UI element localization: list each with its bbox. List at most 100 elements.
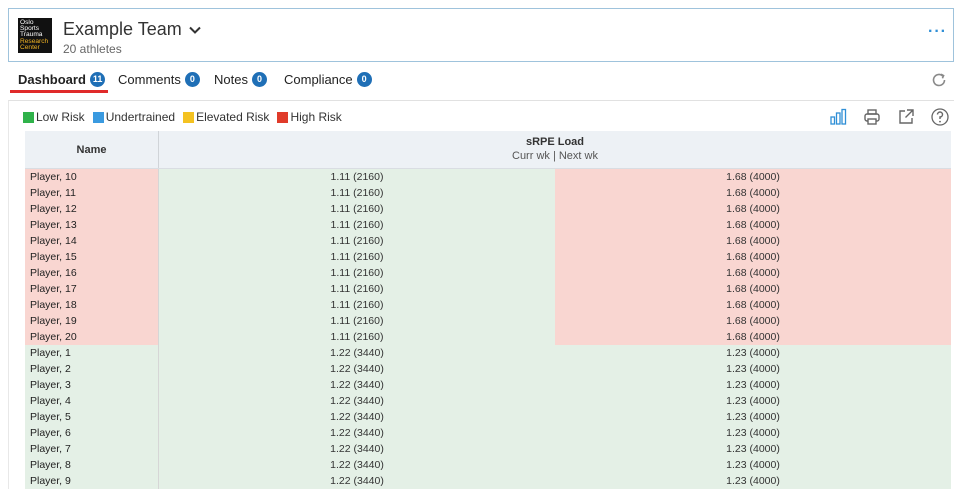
player-name-cell: Player, 17	[25, 281, 159, 297]
tab-label: Comments	[118, 71, 181, 87]
player-name-cell: Player, 2	[25, 361, 159, 377]
legend-label: High Risk	[290, 110, 342, 124]
player-name-cell: Player, 1	[25, 345, 159, 361]
table-row[interactable]: Player, 7 1.22 (3440) 1.23 (4000)	[25, 441, 951, 457]
panel-tools	[828, 107, 950, 127]
current-week-cell: 1.22 (3440)	[159, 409, 555, 425]
legend-swatch	[183, 111, 195, 123]
legend-swatch	[277, 111, 289, 123]
current-week-cell: 1.22 (3440)	[159, 361, 555, 377]
next-week-cell: 1.68 (4000)	[555, 265, 951, 281]
current-week-cell: 1.22 (3440)	[159, 457, 555, 473]
help-icon[interactable]	[930, 107, 950, 127]
player-name-cell: Player, 16	[25, 265, 159, 281]
legend-label: Low Risk	[36, 110, 85, 124]
player-name-cell: Player, 12	[25, 201, 159, 217]
current-week-cell: 1.22 (3440)	[159, 345, 555, 361]
next-week-cell: 1.23 (4000)	[555, 393, 951, 409]
current-week-cell: 1.11 (2160)	[159, 265, 555, 281]
player-name-cell: Player, 18	[25, 297, 159, 313]
current-week-cell: 1.22 (3440)	[159, 441, 555, 457]
table-row[interactable]: Player, 11 1.11 (2160) 1.68 (4000)	[25, 185, 951, 201]
table-row[interactable]: Player, 12 1.11 (2160) 1.68 (4000)	[25, 201, 951, 217]
chart-icon[interactable]	[828, 107, 848, 127]
next-week-cell: 1.23 (4000)	[555, 361, 951, 377]
current-week-cell: 1.22 (3440)	[159, 425, 555, 441]
table-row[interactable]: Player, 4 1.22 (3440) 1.23 (4000)	[25, 393, 951, 409]
next-week-cell: 1.23 (4000)	[555, 377, 951, 393]
export-icon[interactable]	[896, 107, 916, 127]
next-week-cell: 1.68 (4000)	[555, 169, 951, 185]
table-row[interactable]: Player, 17 1.11 (2160) 1.68 (4000)	[25, 281, 951, 297]
table-row[interactable]: Player, 16 1.11 (2160) 1.68 (4000)	[25, 265, 951, 281]
next-week-cell: 1.68 (4000)	[555, 297, 951, 313]
table-body: Player, 10 1.11 (2160) 1.68 (4000) Player, …	[25, 169, 951, 489]
current-week-cell: 1.22 (3440)	[159, 473, 555, 489]
column-header-srpe-load[interactable]: sRPE Load Curr wk | Next wk	[159, 131, 951, 168]
current-week-cell: 1.11 (2160)	[159, 249, 555, 265]
table-row[interactable]: Player, 10 1.11 (2160) 1.68 (4000)	[25, 169, 951, 185]
print-icon[interactable]	[862, 107, 882, 127]
dashboard-panel: Low Risk Undertrained Elevated Risk High…	[8, 100, 954, 489]
player-name-cell: Player, 8	[25, 457, 159, 473]
tab-count-badge: 0	[184, 71, 200, 87]
next-week-cell: 1.23 (4000)	[555, 345, 951, 361]
table-row[interactable]: Player, 14 1.11 (2160) 1.68 (4000)	[25, 233, 951, 249]
player-name-cell: Player, 15	[25, 249, 159, 265]
table-row[interactable]: Player, 9 1.22 (3440) 1.23 (4000)	[25, 473, 951, 489]
table-row[interactable]: Player, 13 1.11 (2160) 1.68 (4000)	[25, 217, 951, 233]
tab-notes[interactable]: Notes 0	[214, 70, 267, 88]
next-week-cell: 1.23 (4000)	[555, 441, 951, 457]
table-row[interactable]: Player, 3 1.22 (3440) 1.23 (4000)	[25, 377, 951, 393]
player-name-cell: Player, 9	[25, 473, 159, 489]
table-row[interactable]: Player, 15 1.11 (2160) 1.68 (4000)	[25, 249, 951, 265]
team-selector[interactable]: Example Team	[63, 19, 202, 40]
table-row[interactable]: Player, 1 1.22 (3440) 1.23 (4000)	[25, 345, 951, 361]
tab-bar: Dashboard 11 Comments 0 Notes 0 Complian…	[8, 66, 954, 94]
player-name-cell: Player, 14	[25, 233, 159, 249]
current-week-cell: 1.11 (2160)	[159, 329, 555, 345]
current-week-cell: 1.11 (2160)	[159, 313, 555, 329]
tab-dashboard[interactable]: Dashboard 11	[18, 70, 106, 88]
table-row[interactable]: Player, 6 1.22 (3440) 1.23 (4000)	[25, 425, 951, 441]
current-week-cell: 1.11 (2160)	[159, 217, 555, 233]
table-row[interactable]: Player, 18 1.11 (2160) 1.68 (4000)	[25, 297, 951, 313]
column-subtitle: Curr wk | Next wk	[512, 150, 598, 162]
table-row[interactable]: Player, 19 1.11 (2160) 1.68 (4000)	[25, 313, 951, 329]
next-week-cell: 1.68 (4000)	[555, 313, 951, 329]
tab-compliance[interactable]: Compliance 0	[284, 70, 372, 88]
chevron-down-icon	[189, 26, 201, 34]
next-week-cell: 1.68 (4000)	[555, 233, 951, 249]
team-dashboard: Oslo Sports Trauma Research Center Examp…	[8, 0, 954, 489]
active-tab-indicator	[10, 90, 108, 93]
player-name-cell: Player, 13	[25, 217, 159, 233]
player-name-cell: Player, 4	[25, 393, 159, 409]
legend-undertrained: Undertrained	[92, 110, 175, 124]
tab-count-badge: 11	[89, 71, 106, 87]
legend-elevated-risk: Elevated Risk	[183, 110, 269, 124]
next-week-cell: 1.23 (4000)	[555, 409, 951, 425]
ostrc-logo: Oslo Sports Trauma Research Center	[18, 18, 52, 53]
table-row[interactable]: Player, 8 1.22 (3440) 1.23 (4000)	[25, 457, 951, 473]
player-name-cell: Player, 6	[25, 425, 159, 441]
refresh-icon[interactable]	[930, 71, 948, 89]
next-week-cell: 1.68 (4000)	[555, 329, 951, 345]
current-week-cell: 1.11 (2160)	[159, 169, 555, 185]
tab-comments[interactable]: Comments 0	[118, 70, 200, 88]
more-options-icon[interactable]: ···	[928, 23, 947, 41]
table-row[interactable]: Player, 20 1.11 (2160) 1.68 (4000)	[25, 329, 951, 345]
tab-count-badge: 0	[356, 71, 372, 87]
next-week-cell: 1.68 (4000)	[555, 201, 951, 217]
column-header-name[interactable]: Name	[25, 131, 159, 168]
next-week-cell: 1.68 (4000)	[555, 185, 951, 201]
player-name-cell: Player, 10	[25, 169, 159, 185]
tab-label: Dashboard	[18, 71, 86, 87]
table-row[interactable]: Player, 5 1.22 (3440) 1.23 (4000)	[25, 409, 951, 425]
current-week-cell: 1.11 (2160)	[159, 281, 555, 297]
current-week-cell: 1.11 (2160)	[159, 297, 555, 313]
tab-label: Compliance	[284, 71, 353, 87]
tab-count-badge: 0	[251, 71, 267, 87]
table-row[interactable]: Player, 2 1.22 (3440) 1.23 (4000)	[25, 361, 951, 377]
current-week-cell: 1.11 (2160)	[159, 233, 555, 249]
legend-low-risk: Low Risk	[23, 110, 85, 124]
